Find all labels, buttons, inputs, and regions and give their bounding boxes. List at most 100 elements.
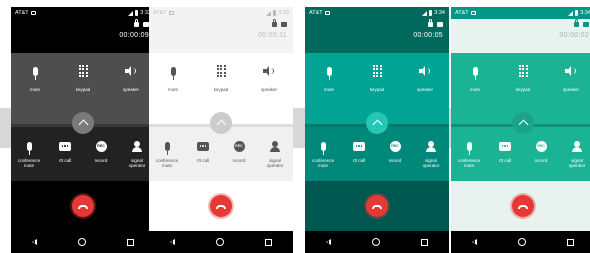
conference-mute-button[interactable]: conference mute xyxy=(11,138,47,168)
mute-button-label: mute xyxy=(29,87,40,92)
keypad-button-label: keypad xyxy=(213,87,229,92)
conference-mute-button[interactable]: conference mute xyxy=(149,138,185,168)
lock-icon[interactable] xyxy=(272,19,277,27)
home-icon[interactable] xyxy=(517,238,526,246)
keypad-button[interactable]: keypad xyxy=(505,63,541,92)
message-icon[interactable] xyxy=(281,22,287,27)
record-icon: REC xyxy=(95,138,107,154)
conference-mute-button[interactable]: conference mute xyxy=(305,138,341,168)
speaker-icon xyxy=(419,63,431,79)
notification-icon xyxy=(168,11,174,15)
signal-operator-button[interactable]: signal operator xyxy=(559,138,590,168)
status-bar: AT&T 3:33 xyxy=(149,7,293,19)
expand-button[interactable] xyxy=(512,112,534,134)
rtt-call-button-label: rtt call xyxy=(58,158,71,163)
end-call-zone xyxy=(11,181,155,231)
header-icons xyxy=(272,19,287,27)
operator-icon xyxy=(270,138,280,154)
phone-hangup-icon xyxy=(372,205,382,209)
rtt-call-button[interactable]: rtt call xyxy=(47,138,83,163)
signal-operator-button[interactable]: signal operator xyxy=(413,138,449,168)
speaker-button-label: speaker xyxy=(562,87,579,92)
call-timer: 00:00:09 xyxy=(119,32,149,39)
signal-operator-button-label: signal operator xyxy=(266,158,284,168)
home-icon[interactable] xyxy=(215,238,224,246)
end-call-button[interactable] xyxy=(72,195,94,217)
record-shape: REC xyxy=(535,140,547,152)
operator-icon xyxy=(426,138,436,154)
call-timer: 00:00:02 xyxy=(559,32,589,39)
chevron-up-icon xyxy=(216,119,226,130)
back-icon[interactable] xyxy=(471,239,477,245)
home-icon[interactable] xyxy=(371,238,380,246)
conference-icon xyxy=(466,138,472,155)
operator-icon xyxy=(132,138,142,154)
recents-icon[interactable] xyxy=(127,238,135,246)
mute-button[interactable]: mute xyxy=(17,63,53,92)
status-left: AT&T xyxy=(455,10,476,16)
signal-operator-button[interactable]: signal operator xyxy=(257,138,293,168)
speaker-shape xyxy=(565,66,577,76)
clock: 3:34 xyxy=(580,10,590,16)
recents-icon[interactable] xyxy=(567,238,575,246)
keypad-grid xyxy=(216,64,226,78)
notification-icon xyxy=(30,11,36,15)
message-icon[interactable] xyxy=(437,22,443,27)
panel-divider xyxy=(11,112,155,134)
record-button-label: record xyxy=(232,158,246,163)
signal-icon xyxy=(266,10,272,16)
speaker-button[interactable]: speaker xyxy=(251,63,287,92)
speaker-button[interactable]: speaker xyxy=(407,63,443,92)
record-button[interactable]: REC record xyxy=(83,138,119,163)
recents-icon[interactable] xyxy=(421,238,429,246)
rtt-shape xyxy=(353,141,365,151)
mute-button[interactable]: mute xyxy=(311,63,347,92)
lock-icon[interactable] xyxy=(134,19,139,27)
rtt-call-button[interactable]: rtt call xyxy=(487,138,523,163)
home-icon[interactable] xyxy=(77,238,86,246)
record-button[interactable]: REC record xyxy=(523,138,559,163)
end-call-button[interactable] xyxy=(210,195,232,217)
panel-divider xyxy=(305,112,449,134)
operator-shape xyxy=(572,140,582,152)
recents-icon[interactable] xyxy=(265,238,273,246)
keypad-button[interactable]: keypad xyxy=(359,63,395,92)
rtt-call-button[interactable]: rtt call xyxy=(185,138,221,163)
end-call-button[interactable] xyxy=(512,195,534,217)
mute-button-label: mute xyxy=(167,87,178,92)
back-icon[interactable] xyxy=(325,239,331,245)
speaker-icon xyxy=(125,63,137,79)
keypad-button[interactable]: keypad xyxy=(203,63,239,92)
conference-mute-button[interactable]: conference mute xyxy=(451,138,487,168)
back-icon[interactable] xyxy=(169,239,175,245)
keypad-icon xyxy=(216,63,226,79)
status-bar: AT&T 3:34 xyxy=(305,7,449,19)
rtt-shape xyxy=(197,141,209,151)
rtt-call-button[interactable]: rtt call xyxy=(341,138,377,163)
lock-icon[interactable] xyxy=(428,19,433,27)
signal-operator-button-label: signal operator xyxy=(422,158,440,168)
back-icon[interactable] xyxy=(31,239,37,245)
expand-button[interactable] xyxy=(72,112,94,134)
phone-hangup-icon xyxy=(216,205,226,209)
lock-icon[interactable] xyxy=(574,19,579,27)
speaker-button[interactable]: speaker xyxy=(113,63,149,92)
operator-icon xyxy=(572,138,582,154)
mute-button[interactable]: mute xyxy=(155,63,191,92)
speaker-button[interactable]: speaker xyxy=(553,63,589,92)
bottom-controls: conference mute rtt call REC record signal o… xyxy=(11,134,155,181)
record-button[interactable]: REC record xyxy=(377,138,413,163)
message-icon[interactable] xyxy=(583,22,589,27)
conference-shape xyxy=(164,141,170,155)
battery-icon xyxy=(135,10,139,16)
record-icon: REC xyxy=(233,138,245,154)
panel-divider xyxy=(149,112,293,134)
conference-mute-button-label: conference mute xyxy=(17,158,41,168)
end-call-button[interactable] xyxy=(366,195,388,217)
expand-button[interactable] xyxy=(366,112,388,134)
keypad-button[interactable]: keypad xyxy=(65,63,101,92)
record-button[interactable]: REC record xyxy=(221,138,257,163)
record-icon: REC xyxy=(389,138,401,154)
expand-button[interactable] xyxy=(210,112,232,134)
mute-button[interactable]: mute xyxy=(457,63,493,92)
